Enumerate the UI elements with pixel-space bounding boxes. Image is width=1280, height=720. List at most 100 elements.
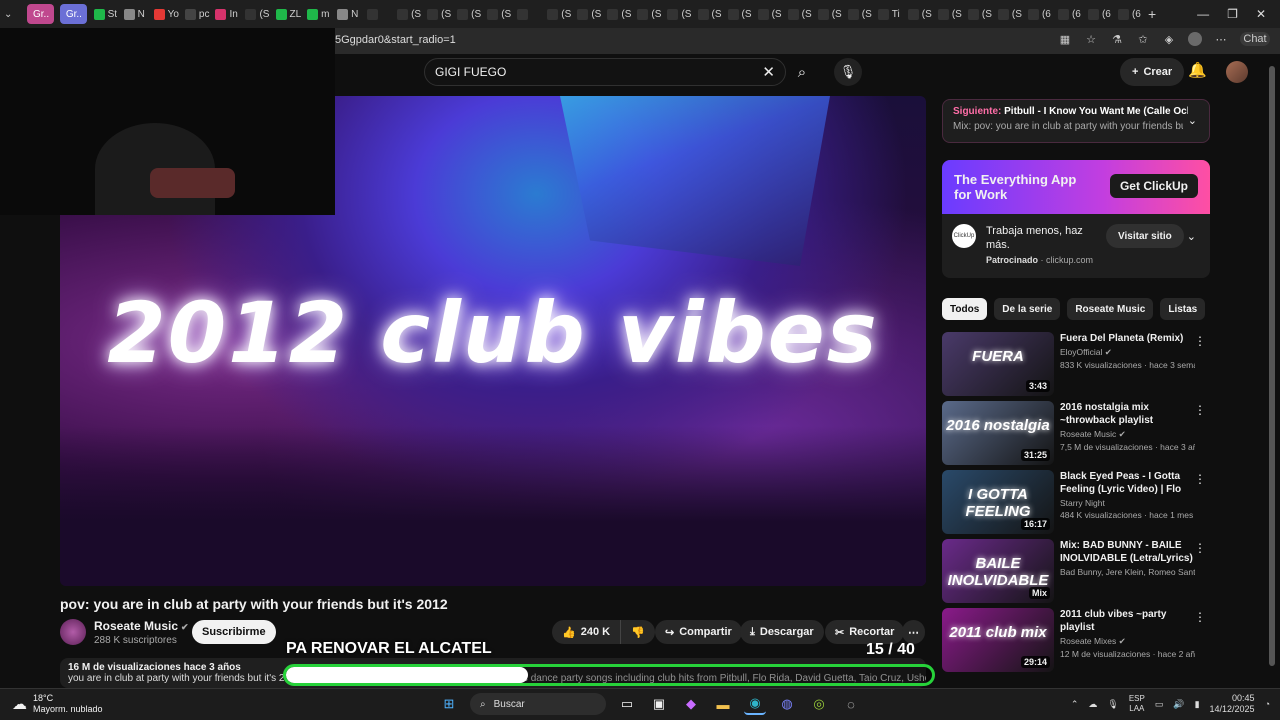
- share-button[interactable]: ↪ Compartir: [655, 620, 742, 644]
- browser-tab[interactable]: (S: [241, 4, 271, 24]
- notification-icon[interactable]: ◔: [1265, 699, 1270, 709]
- visit-site-button[interactable]: Visitar sitio: [1106, 224, 1184, 248]
- filter-chip[interactable]: De la serie: [994, 298, 1061, 320]
- more-options-icon[interactable]: ⋮: [1194, 610, 1206, 624]
- browser-tab[interactable]: (S: [844, 4, 874, 24]
- browser-tab[interactable]: (S: [814, 4, 844, 24]
- recommendation-channel[interactable]: EloyOfficial ✔: [1060, 347, 1195, 358]
- browser-tab[interactable]: (S: [543, 4, 573, 24]
- search-box[interactable]: GIGI FUEGO ✕: [424, 58, 786, 86]
- like-button[interactable]: 👍 240 K: [552, 620, 621, 644]
- browser-tab[interactable]: (S: [453, 4, 483, 24]
- store-icon[interactable]: ▣: [648, 693, 670, 715]
- recommendation-title[interactable]: 2011 club vibes ~party playlist: [1060, 608, 1195, 634]
- browser-tab[interactable]: (S: [423, 4, 453, 24]
- chevron-down-icon[interactable]: ⌄: [1187, 230, 1196, 243]
- browser-tab[interactable]: (S: [483, 4, 513, 24]
- bookmark-star-icon[interactable]: ☆: [1084, 32, 1098, 46]
- browser-tab[interactable]: (S: [393, 4, 423, 24]
- language-indicator[interactable]: ESP LAA: [1129, 694, 1145, 714]
- file-explorer-icon[interactable]: ▬: [712, 693, 734, 715]
- dislike-button[interactable]: 👎: [620, 620, 655, 644]
- new-tab-button[interactable]: +: [1144, 4, 1174, 24]
- browser-tab[interactable]: (6: [1024, 4, 1054, 24]
- browser-tab[interactable]: (6: [1114, 4, 1144, 24]
- notifications-bell-icon[interactable]: 🔔: [1188, 61, 1207, 79]
- volume-icon[interactable]: 🔊: [1173, 699, 1184, 710]
- mic-tray-icon[interactable]: 🎙: [1107, 699, 1118, 710]
- recommendation-thumbnail[interactable]: BAILE INOLVIDABLE Mix: [942, 539, 1054, 603]
- maximize-icon[interactable]: ❐: [1227, 7, 1238, 21]
- onedrive-icon[interactable]: ☁: [1088, 699, 1097, 710]
- more-options-icon[interactable]: ⋮: [1194, 472, 1206, 486]
- task-view-icon[interactable]: ▭: [616, 693, 638, 715]
- browser-tab[interactable]: ZL: [272, 4, 304, 24]
- collections-icon[interactable]: ◈: [1162, 32, 1176, 46]
- microphone-icon[interactable]: 🎙: [834, 58, 862, 86]
- battery-icon[interactable]: ▮: [1195, 699, 1200, 710]
- browser-tab[interactable]: (S: [663, 4, 693, 24]
- create-button[interactable]: + Crear: [1120, 58, 1185, 86]
- filter-chip[interactable]: Roseate Music: [1067, 298, 1154, 320]
- browser-tab[interactable]: Ti: [874, 4, 904, 24]
- download-button[interactable]: ⤓ Descargar: [740, 620, 824, 644]
- apps-icon[interactable]: ▦: [1058, 32, 1072, 46]
- account-avatar[interactable]: [1226, 61, 1248, 83]
- favorites-icon[interactable]: ✩: [1136, 32, 1150, 46]
- recommendation-title[interactable]: Fuera Del Planeta (Remix): [1060, 332, 1195, 345]
- browser-tab[interactable]: (S: [934, 4, 964, 24]
- app-icon[interactable]: ◎: [808, 693, 830, 715]
- recommendation-thumbnail[interactable]: 2011 club mix 29:14: [942, 608, 1054, 672]
- browser-tab[interactable]: Gr..: [59, 4, 87, 24]
- recommendation-item[interactable]: FUERA 3:43 Fuera Del Planeta (Remix) EloyOf…: [942, 332, 1210, 396]
- taskbar-search[interactable]: ⌕ Buscar: [470, 693, 606, 715]
- chevron-down-icon[interactable]: ⌄: [1188, 114, 1197, 127]
- browser-tab[interactable]: Gr..: [27, 4, 54, 24]
- recommendation-thumbnail[interactable]: I GOTTA FEELING 16:17: [942, 470, 1054, 534]
- recommendation-channel[interactable]: Roseate Mixes ✔: [1060, 636, 1195, 647]
- browser-tab[interactable]: (6: [1054, 4, 1084, 24]
- recommendation-title[interactable]: Mix: BAD BUNNY - BAILE INOLVIDABLE (Letr…: [1060, 539, 1195, 565]
- search-input[interactable]: GIGI FUEGO: [435, 65, 506, 79]
- browser-tab[interactable]: (S: [694, 4, 724, 24]
- more-options-icon[interactable]: ⋮: [1194, 403, 1206, 417]
- discord-icon[interactable]: ◍: [776, 693, 798, 715]
- copilot-icon[interactable]: ◆: [680, 693, 702, 715]
- browser-tab[interactable]: St: [90, 4, 120, 24]
- sponsored-ad[interactable]: The Everything App for Work Get ClickUp …: [942, 160, 1210, 278]
- browser-tab[interactable]: (S: [603, 4, 633, 24]
- url-text[interactable]: 5Ggpdar0&start_radio=1: [335, 34, 456, 46]
- recommendation-item[interactable]: BAILE INOLVIDABLE Mix Mix: BAD BUNNY - BAI…: [942, 539, 1210, 603]
- copilot-chat-button[interactable]: Chat: [1240, 32, 1270, 46]
- tab-list-button[interactable]: ⌄: [0, 4, 24, 24]
- filter-chip[interactable]: Todos: [942, 298, 988, 320]
- up-next-panel[interactable]: Siguiente: Pitbull - I Know You Want Me …: [942, 99, 1210, 143]
- close-window-icon[interactable]: ✕: [1256, 7, 1266, 21]
- browser-tab[interactable]: (S: [573, 4, 603, 24]
- recommendation-thumbnail[interactable]: FUERA 3:43: [942, 332, 1054, 396]
- recommendation-item[interactable]: 2016 nostalgia 31:25 2016 nostalgia mix ~t…: [942, 401, 1210, 465]
- browser-tab[interactable]: (S: [994, 4, 1024, 24]
- browser-tab[interactable]: In: [211, 4, 241, 24]
- browser-tab[interactable]: (S: [754, 4, 784, 24]
- recommendation-title[interactable]: 2016 nostalgia mix ~throwback playlist: [1060, 401, 1195, 427]
- channel-name[interactable]: Roseate Music ✔: [94, 619, 189, 633]
- search-icon[interactable]: ⌕: [786, 58, 818, 86]
- browser-tab[interactable]: m: [303, 4, 333, 24]
- weather-widget[interactable]: ☁ 18°C Mayorm. nublado: [12, 693, 103, 715]
- browser-tab[interactable]: Yo: [150, 4, 181, 24]
- browser-tab[interactable]: N: [120, 4, 150, 24]
- tray-chevron-icon[interactable]: ⌃: [1071, 699, 1079, 710]
- profile-icon[interactable]: [1188, 32, 1202, 46]
- ad-get-button[interactable]: Get ClickUp: [1109, 174, 1198, 198]
- recommendation-channel[interactable]: Starry Night: [1060, 498, 1195, 508]
- ad-banner[interactable]: The Everything App for Work Get ClickUp: [942, 160, 1210, 214]
- clock[interactable]: 00:45 14/12/2025: [1210, 693, 1255, 715]
- windows-start-icon[interactable]: ⊞: [438, 693, 460, 715]
- more-options-icon[interactable]: ⋮: [1194, 541, 1206, 555]
- channel-avatar[interactable]: [60, 619, 86, 645]
- recommendation-thumbnail[interactable]: 2016 nostalgia 31:25: [942, 401, 1054, 465]
- chevron-right-icon[interactable]: ›: [1188, 302, 1192, 316]
- browser-tab[interactable]: (S: [633, 4, 663, 24]
- obs-icon[interactable]: ◌: [840, 693, 862, 715]
